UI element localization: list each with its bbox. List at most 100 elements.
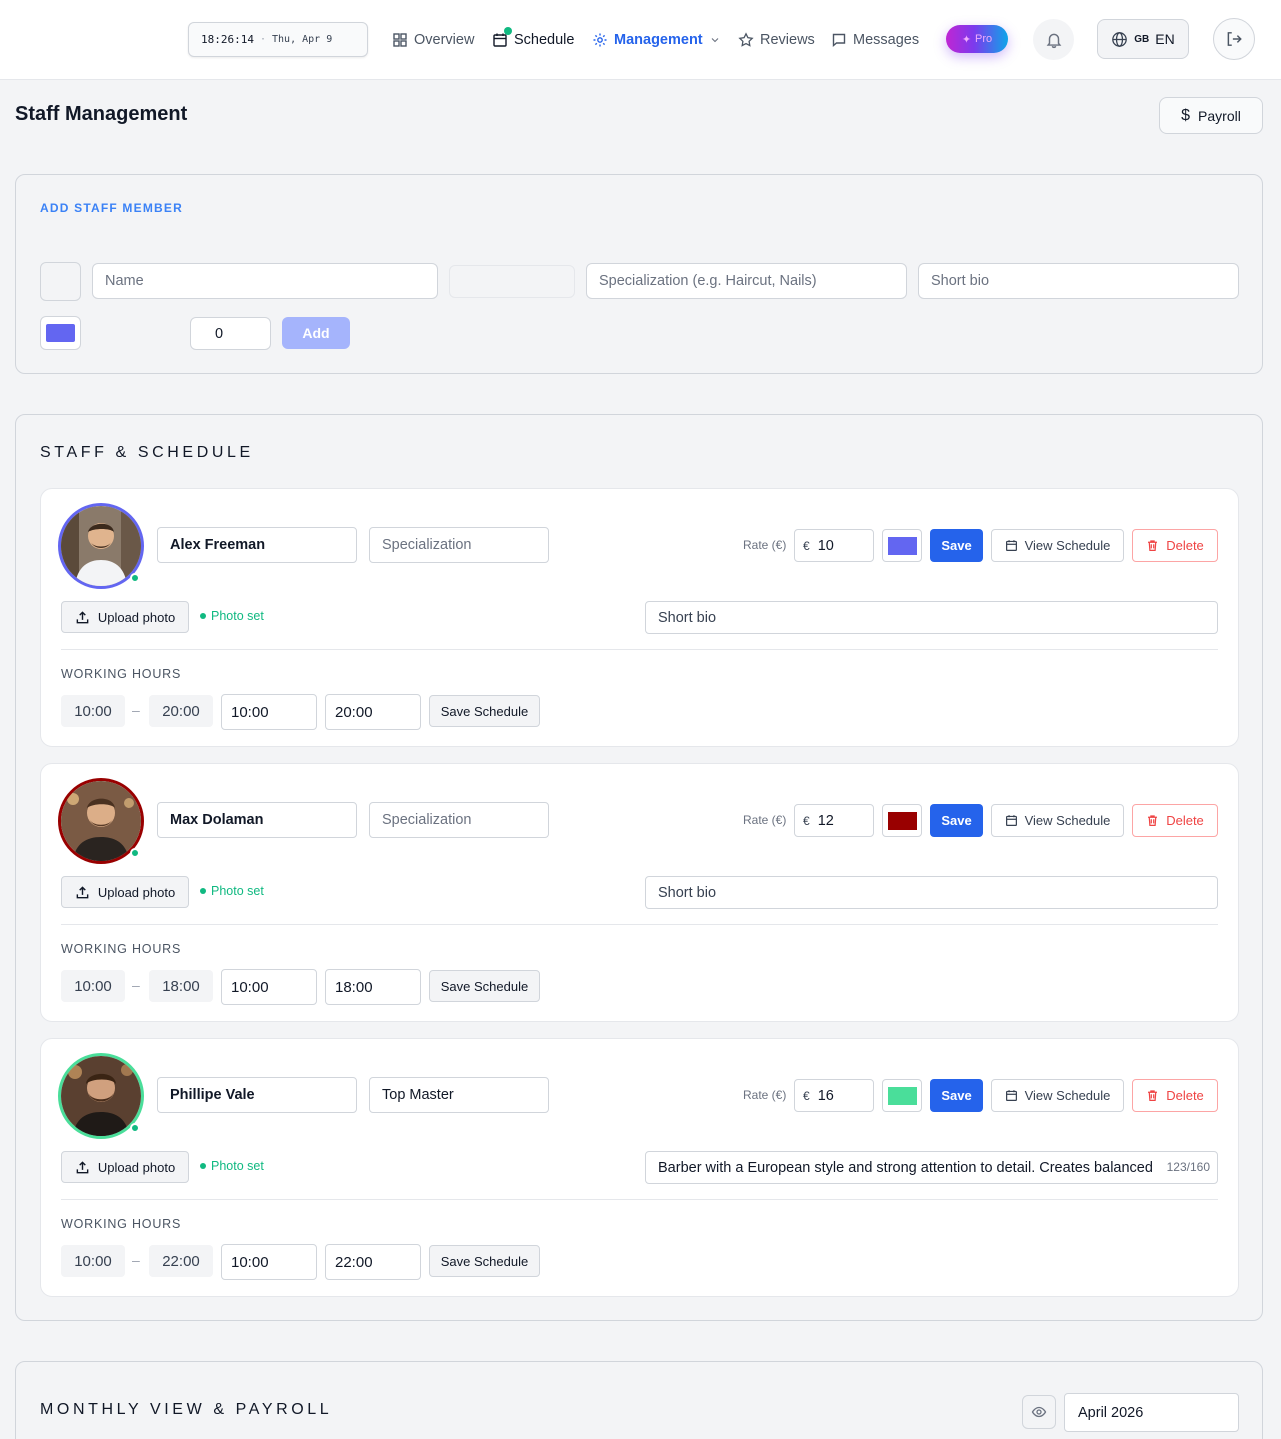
delete-button[interactable]: Delete [1132,1079,1218,1112]
color-picker[interactable] [882,1079,922,1112]
trash-icon [1148,540,1158,551]
add-staff-button[interactable]: Add [282,317,350,349]
status-dot [200,613,206,619]
month-input[interactable]: April 2026 [1064,1393,1239,1432]
language-code: EN [1155,31,1175,47]
clock-separator: · [259,34,267,45]
online-indicator [130,573,140,583]
bio-input[interactable]: Barber with a European style and strong … [645,1151,1218,1184]
color-picker[interactable] [882,804,922,837]
delete-button[interactable]: Delete [1132,804,1218,837]
add-staff-title: ADD STAFF MEMBER [40,201,183,215]
save-schedule-button[interactable]: Save Schedule [429,1245,540,1277]
divider [61,924,1218,925]
staff-specialization-input[interactable]: Specialization [369,527,549,563]
new-bio-input[interactable]: Short bio [918,263,1239,299]
status-dot [200,1163,206,1169]
staff-section-title: STAFF & SCHEDULE [40,444,254,461]
nav-schedule[interactable]: Schedule [492,25,574,55]
save-button[interactable]: Save [930,804,983,837]
upload-icon [76,610,89,623]
start-time-input[interactable]: 10:00 [221,1244,317,1280]
view-schedule-button[interactable]: View Schedule [991,529,1124,562]
chevron-down-icon [711,38,719,43]
calendar-icon [1005,1090,1017,1101]
calendar-icon [1005,540,1017,551]
photo-set-status: Photo set [200,609,264,623]
notification-dot [504,27,512,35]
upload-photo-button[interactable]: Upload photo [61,876,189,908]
end-time-display: 18:00 [149,970,213,1002]
view-schedule-button[interactable]: View Schedule [991,804,1124,837]
view-schedule-button[interactable]: View Schedule [991,1079,1124,1112]
nav-messages[interactable]: Messages [831,25,919,55]
new-color-picker[interactable] [40,316,81,350]
delete-button[interactable]: Delete [1132,529,1218,562]
upload-photo-label: Upload photo [97,884,176,900]
time-dash: – [132,702,140,718]
upload-photo-label: Upload photo [97,1159,176,1175]
logout-button[interactable] [1213,18,1255,60]
status-dot [200,888,206,894]
rate-input[interactable]: € 12 [794,804,874,837]
start-time-display: 10:00 [61,970,125,1002]
color-picker[interactable] [882,529,922,562]
end-time-input[interactable]: 22:00 [325,1244,421,1280]
bio-input[interactable]: Short bio [645,601,1218,634]
clock-date: Thu, Apr 9 [272,34,333,45]
bio-text: Barber with a European style and strong … [658,1159,1153,1176]
end-time-input[interactable]: 20:00 [325,694,421,730]
staff-name-input[interactable]: Max Dolaman [157,802,357,838]
upload-photo-button[interactable]: Upload photo [61,1151,189,1183]
rate-value: 16 [817,1087,834,1104]
rate-value: 10 [817,537,834,554]
rate-input[interactable]: € 16 [794,1079,874,1112]
staff-member-card: Max Dolaman Specialization Rate (€) € 12… [40,763,1239,1022]
notifications-button[interactable] [1033,19,1074,60]
trash-icon [1148,815,1158,826]
toggle-visibility-button[interactable] [1022,1395,1056,1429]
flag-label: GB [1134,33,1150,45]
save-schedule-button[interactable]: Save Schedule [429,970,540,1002]
staff-specialization-input[interactable]: Specialization [369,802,549,838]
photo-set-label: Photo set [211,1159,264,1173]
photo-set-status: Photo set [200,1159,264,1173]
start-time-input[interactable]: 10:00 [221,694,317,730]
staff-specialization-input[interactable]: Top Master [369,1077,549,1113]
upload-photo-button[interactable]: Upload photo [61,601,189,633]
language-selector[interactable]: GB EN [1097,19,1189,59]
star-icon [738,32,754,47]
nav-messages-label: Messages [853,32,920,48]
pro-badge[interactable]: ✦ Pro [946,25,1008,53]
end-time-display: 20:00 [149,695,213,727]
upload-icon [76,1160,89,1173]
save-schedule-button[interactable]: Save Schedule [429,695,540,727]
staff-name-input[interactable]: Alex Freeman [157,527,357,563]
save-button[interactable]: Save [930,1079,983,1112]
nav-reviews[interactable]: Reviews [738,25,815,55]
divider [61,1199,1218,1200]
gear-icon [593,33,607,47]
new-rate-input[interactable]: 0 [190,317,271,350]
working-hours-label: WORKING HOURS [61,1217,182,1231]
payroll-button[interactable]: $ Payroll [1159,97,1263,134]
online-indicator [130,1123,140,1133]
nav-reviews-label: Reviews [760,32,815,48]
nav-management[interactable]: Management [592,25,721,55]
bio-input[interactable]: Short bio [645,876,1218,909]
clock: 18:26:14 · Thu, Apr 9 [188,22,368,57]
new-upload-button[interactable] [449,265,575,298]
bell-icon [1046,33,1061,48]
new-photo-slot[interactable] [40,262,81,301]
end-time-input[interactable]: 18:00 [325,969,421,1005]
delete-label: Delete [1166,1088,1204,1103]
staff-name-input[interactable]: Phillipe Vale [157,1077,357,1113]
staff-member-card: Alex Freeman Specialization Rate (€) € 1… [40,488,1239,747]
new-name-input[interactable]: Name [92,263,438,299]
new-specialization-input[interactable]: Specialization (e.g. Haircut, Nails) [586,263,907,299]
clock-time: 18:26:14 [201,33,254,46]
nav-overview[interactable]: Overview [392,25,474,55]
save-button[interactable]: Save [930,529,983,562]
start-time-input[interactable]: 10:00 [221,969,317,1005]
rate-input[interactable]: € 10 [794,529,874,562]
